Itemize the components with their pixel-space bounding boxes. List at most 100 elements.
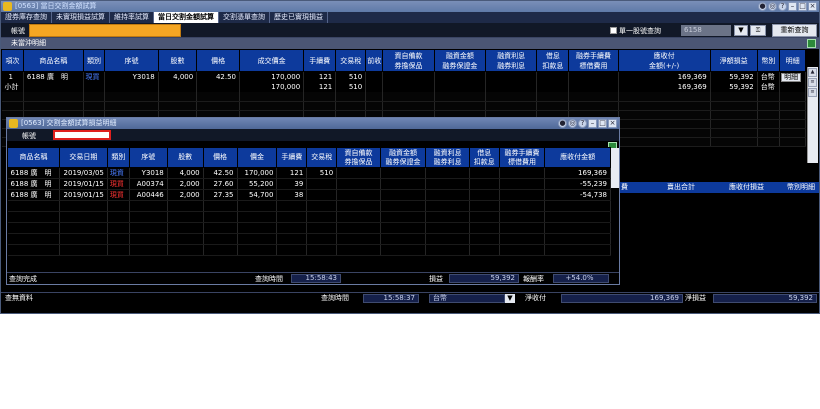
close-button[interactable]: × [808, 2, 817, 11]
detail-header-col-5[interactable]: 價格 [202, 147, 238, 168]
tab-0[interactable]: 證券庫存查詢 [1, 12, 52, 23]
account-selector[interactable] [29, 24, 181, 37]
detail-account-field[interactable] [53, 130, 111, 140]
main-header-col-10[interactable]: 資自備款 券擔保品 [382, 49, 435, 72]
main-header-col-18[interactable]: 明細 [779, 49, 806, 72]
detail-window: [0563] 交割金額試算損益明細 ● ◎ ? – □ × 帳號 商品名稱 交易日… [6, 117, 620, 285]
detail-header-col-12[interactable]: 借息 扣款息 [468, 147, 500, 168]
cell-18[interactable] [779, 82, 806, 92]
detail-maximize-button[interactable]: □ [598, 119, 607, 128]
scroll-thumb[interactable]: ≡ [808, 78, 817, 87]
detail-button[interactable]: 明細 [781, 72, 802, 82]
lower-header-3[interactable]: 幣別 [787, 182, 801, 193]
tab-3[interactable]: 當日交割金額試算 [154, 12, 219, 23]
main-header-col-6[interactable]: 成交價金 [238, 49, 305, 72]
cell-2: 現買 [83, 71, 106, 82]
table-row[interactable]: 6188 廣 明 2019/03/05 現資 Y3018 4,000 42.50 170,0… [7, 167, 611, 179]
detail-header-col-10[interactable]: 融資金額 融券保證金 [379, 147, 427, 168]
checkbox-icon[interactable] [610, 27, 617, 34]
detail-scrollbar[interactable] [611, 148, 619, 188]
maximize-button[interactable]: □ [798, 2, 807, 11]
cell-14 [568, 71, 619, 82]
scroll-thumb-2[interactable]: ≡ [808, 88, 817, 97]
tab-5[interactable]: 歷史已實現損益 [270, 12, 328, 23]
cell-8: 510 [306, 167, 338, 179]
main-header-col-11[interactable]: 融資金額 融券保證金 [433, 49, 487, 72]
detail-header-col-9[interactable]: 資自備款 券擔保品 [336, 147, 381, 168]
lower-header-2[interactable]: 應收付損益 [729, 182, 764, 193]
main-header-col-15[interactable]: 應收付 金額(+/-) [617, 49, 711, 72]
detail-header-col-13[interactable]: 融券手續費 標借費用 [498, 147, 546, 168]
detail-header-col-8[interactable]: 交易稅 [306, 147, 338, 168]
currency-chevron-icon[interactable]: ▼ [505, 294, 515, 303]
main-header-col-3[interactable]: 序號 [104, 49, 159, 72]
empty-cell [237, 211, 278, 223]
scroll-up-icon[interactable]: ▲ [808, 68, 817, 77]
cell-3: Y3018 [129, 167, 168, 179]
currency-select[interactable]: 台幣 [429, 294, 505, 303]
tab-2[interactable]: 維持率試算 [110, 12, 154, 23]
main-header-col-9[interactable]: 前收 [365, 49, 384, 72]
circle-icon[interactable]: ● [758, 2, 767, 11]
tab-4[interactable]: 交割憑單查詢 [219, 12, 270, 23]
empty-cell [485, 101, 538, 111]
lower-header-4[interactable]: 明細 [801, 182, 815, 193]
empty-cell [306, 200, 338, 212]
detail-header-col-6[interactable]: 價金 [236, 147, 278, 168]
detail-close-button[interactable]: × [608, 119, 617, 128]
detail-header-col-14[interactable]: 應收付金額 [544, 147, 611, 168]
chevron-down-icon[interactable]: ▼ [734, 25, 748, 36]
cell-12 [485, 82, 538, 92]
expand-icon[interactable] [807, 39, 816, 48]
main-header-col-4[interactable]: 股數 [157, 49, 198, 72]
main-header-col-1[interactable]: 商品名稱 [22, 49, 84, 72]
main-header-col-2[interactable]: 類別 [82, 49, 106, 72]
main-header-col-17[interactable]: 幣別 [756, 49, 781, 72]
minimize-button[interactable]: – [788, 2, 797, 11]
detail-header-col-11[interactable]: 融資利息 融券利息 [425, 147, 470, 168]
detail-header-col-2[interactable]: 類別 [106, 147, 130, 168]
main-header-col-13[interactable]: 借息 扣款息 [536, 49, 570, 72]
main-title-bar[interactable]: [0563] 當日交割金額試算 ● ◎ ? – □ × [1, 1, 819, 12]
detail-header-col-1[interactable]: 交易日期 [58, 147, 108, 168]
empty-cell [336, 244, 381, 256]
main-header-col-5[interactable]: 價格 [196, 49, 240, 72]
stock-lookup-icon[interactable]: ⚿ [750, 25, 766, 36]
detail-minimize-button[interactable]: – [588, 119, 597, 128]
net-label: 淨收付 [525, 294, 546, 302]
main-header-col-0[interactable]: 項次 [1, 49, 24, 72]
lower-header-1[interactable]: 賣出合計 [667, 182, 695, 193]
main-header-col-8[interactable]: 交易稅 [335, 49, 367, 72]
cell-14: 169,369 [544, 167, 611, 179]
detail-help-icon[interactable]: ? [578, 119, 587, 128]
main-scrollbar[interactable]: ▲ ≡ ≡ [807, 67, 818, 163]
main-header-col-12[interactable]: 融資利息 融券利息 [485, 49, 538, 72]
empty-row [7, 211, 611, 223]
main-header-col-14[interactable]: 融券手續費 標借費用 [568, 49, 619, 72]
main-header-col-7[interactable]: 手續費 [303, 49, 337, 72]
tab-1[interactable]: 未實現損益試算 [52, 12, 110, 23]
detail-header-col-0[interactable]: 商品名稱 [7, 147, 60, 168]
detail-header-col-4[interactable]: 股數 [166, 147, 204, 168]
detail-query-time: 15:58:43 [291, 274, 341, 283]
empty-cell [336, 222, 381, 234]
empty-cell [425, 200, 470, 212]
detail-header-col-7[interactable]: 手續費 [276, 147, 308, 168]
single-stock-checkbox[interactable]: 單一股號查詢 [610, 26, 661, 36]
detail-globe-icon[interactable]: ◎ [568, 119, 577, 128]
detail-header-col-3[interactable]: 序號 [128, 147, 168, 168]
cell-18[interactable]: 明細 [779, 71, 806, 82]
table-row[interactable]: 6188 廣 明 2019/01/15 現買 A00446 2,000 27.35 54,7… [7, 189, 611, 201]
main-header-col-16[interactable]: 淨額損益 [709, 49, 758, 72]
requery-button[interactable]: 重新查詢 [772, 24, 817, 37]
detail-title-bar[interactable]: [0563] 交割金額試算損益明細 ● ◎ ? – □ × [7, 118, 619, 129]
table-row[interactable]: 6188 廣 明 2019/01/15 現買 A00374 2,000 27.60 55,2… [7, 178, 611, 190]
detail-circle-icon[interactable]: ● [558, 119, 567, 128]
detail-table: 商品名稱 交易日期 類別 序號 股數 價格 價金 手續費 交易稅 資自備款 券擔保品 融資金額 融券… [7, 147, 611, 256]
stock-code-input[interactable]: 6158 [681, 25, 731, 36]
table-row[interactable]: 小計 170,000 121 510 169,369 59,392 台幣 [1, 82, 806, 92]
globe-icon[interactable]: ◎ [768, 2, 777, 11]
help-icon[interactable]: ? [778, 2, 787, 11]
lower-header-0[interactable]: 費 [621, 182, 628, 193]
table-row[interactable]: 1 6188 廣 明現買 Y3018 4,000 42.50 170,000 121 510 1… [1, 71, 806, 82]
